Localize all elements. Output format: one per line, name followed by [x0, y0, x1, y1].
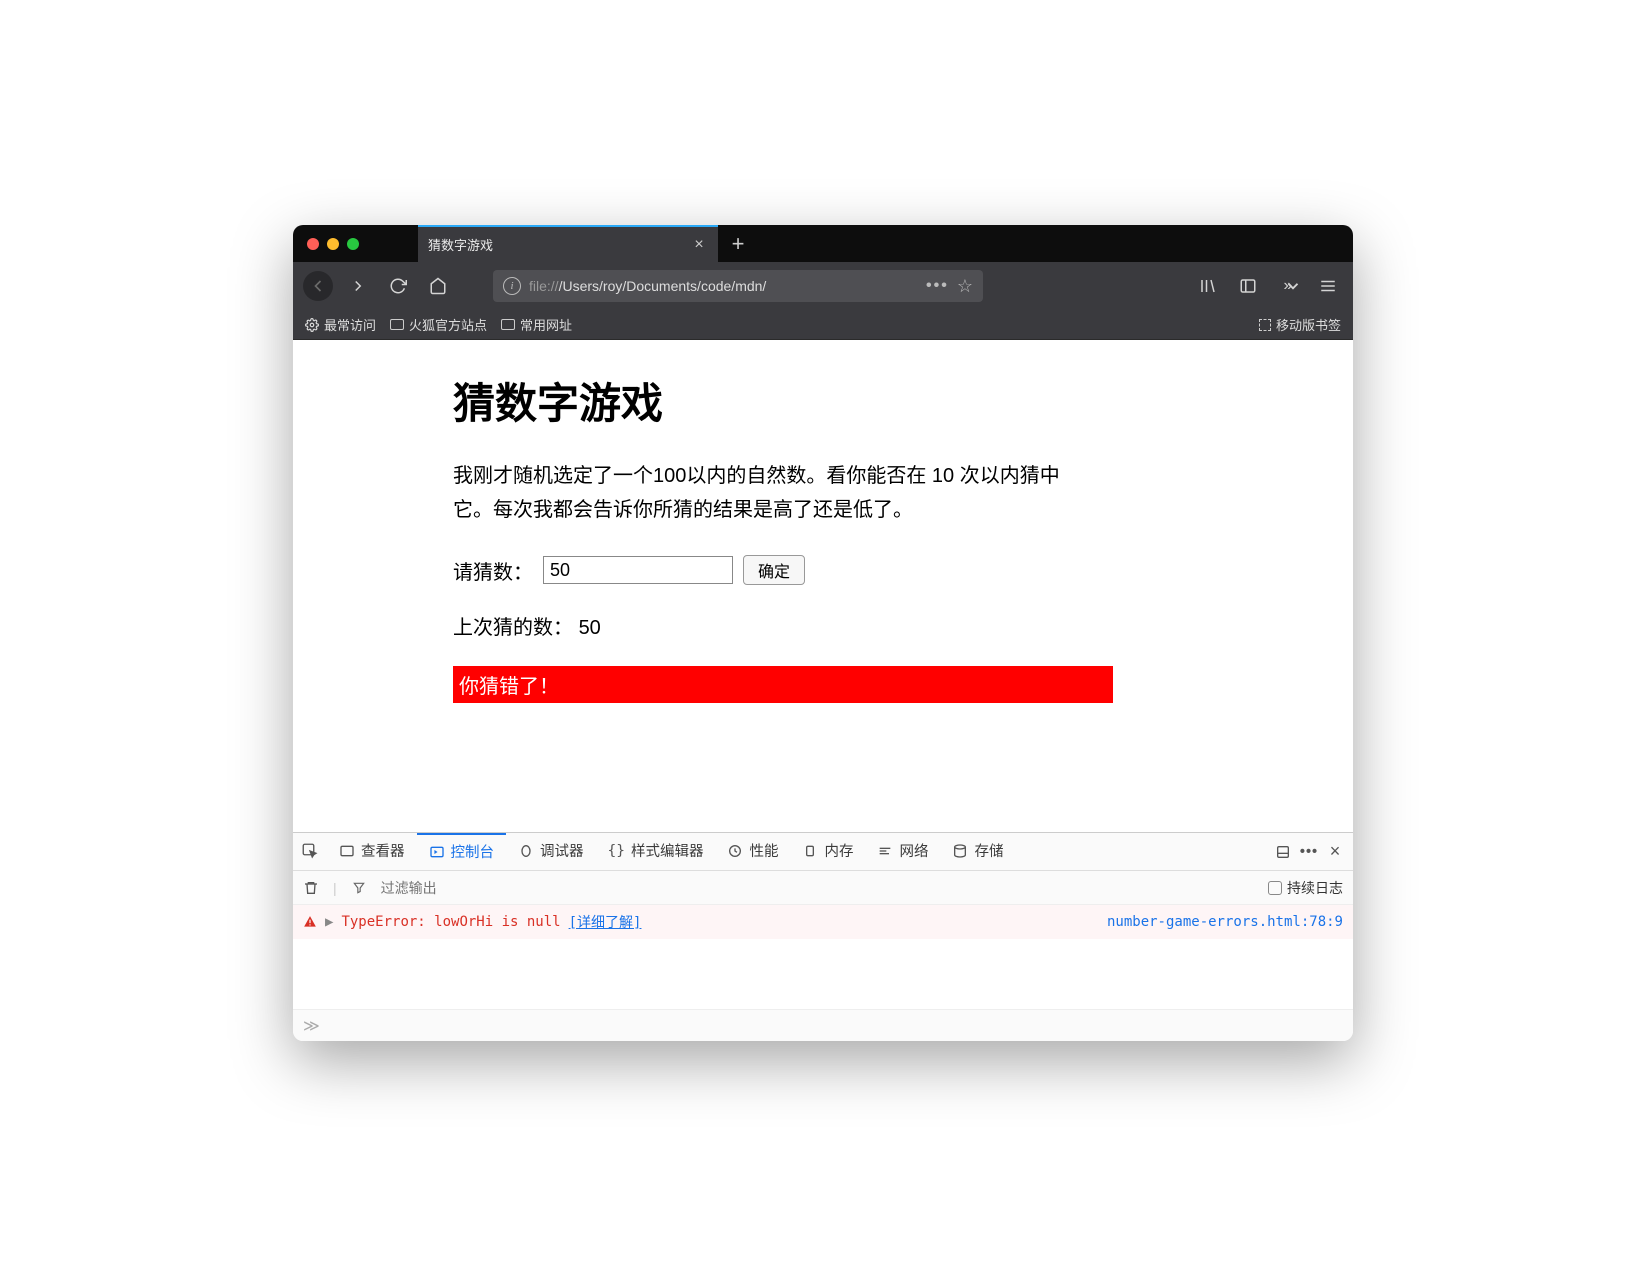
tab-title: 猜数字游戏 — [428, 235, 682, 254]
console-filter-bar: | 持续日志 — [293, 871, 1353, 905]
url-text: file:///Users/roy/Documents/code/mdn/ — [529, 278, 918, 294]
bookmark-label: 最常访问 — [324, 315, 376, 334]
browser-tab[interactable]: 猜数字游戏 × — [418, 225, 718, 262]
folder-icon — [390, 319, 404, 330]
library-button[interactable] — [1193, 271, 1223, 301]
previous-guesses: 上次猜的数： 50 — [453, 611, 1353, 640]
prev-guess-label: 上次猜的数： — [453, 617, 573, 639]
expand-caret-icon[interactable]: ▶ — [325, 914, 333, 930]
network-tab[interactable]: 网络 — [865, 833, 940, 870]
devtools-panel: 查看器 控制台 调试器 {} 样式编辑器 性能 内存 — [293, 832, 1353, 1041]
sidebar-button[interactable] — [1233, 271, 1263, 301]
page-description: 我刚才随机选定了一个100以内的自然数。看你能否在 10 次以内猜中它。每次我都… — [453, 459, 1083, 527]
overflow-button[interactable]: » — [1273, 271, 1303, 301]
error-message: TypeError: lowOrHi is null — [341, 914, 560, 930]
mobile-icon — [1259, 319, 1271, 331]
performance-tab[interactable]: 性能 — [715, 833, 790, 870]
inspector-tab[interactable]: 查看器 — [327, 833, 417, 870]
guess-label: 请猜数： — [453, 556, 533, 585]
tab-label: 查看器 — [361, 840, 405, 861]
tab-label: 样式编辑器 — [631, 840, 704, 861]
page-content: 猜数字游戏 我刚才随机选定了一个100以内的自然数。看你能否在 10 次以内猜中… — [293, 340, 1353, 832]
tab-label: 性能 — [749, 840, 778, 861]
debugger-tab[interactable]: 调试器 — [506, 833, 596, 870]
tab-label: 网络 — [899, 840, 928, 861]
page-actions-button[interactable]: ••• — [926, 277, 949, 295]
clear-console-button[interactable] — [303, 880, 319, 896]
bookmark-star-button[interactable]: ☆ — [957, 276, 973, 297]
guess-form: 请猜数： 确定 — [453, 555, 1353, 585]
filter-icon[interactable] — [351, 880, 367, 896]
close-window-button[interactable] — [307, 238, 319, 250]
menu-button[interactable] — [1313, 271, 1343, 301]
result-message: 你猜错了！ — [453, 666, 1113, 703]
navigation-toolbar: i file:///Users/roy/Documents/code/mdn/ … — [293, 262, 1353, 310]
console-tab[interactable]: 控制台 — [417, 833, 507, 870]
mobile-bookmarks[interactable]: 移动版书签 — [1259, 315, 1341, 334]
close-devtools-button[interactable]: × — [1327, 844, 1343, 860]
guess-input[interactable] — [543, 556, 733, 584]
tab-label: 控制台 — [451, 841, 495, 862]
browser-window: 猜数字游戏 × + i file:///Users/roy/Documents/… — [293, 225, 1353, 1041]
pick-element-button[interactable] — [293, 833, 327, 870]
url-bar[interactable]: i file:///Users/roy/Documents/code/mdn/ … — [493, 270, 983, 302]
most-visited-bookmark[interactable]: 最常访问 — [305, 315, 376, 334]
persist-label: 持续日志 — [1287, 878, 1343, 898]
persist-logs-checkbox[interactable]: 持续日志 — [1268, 878, 1343, 898]
page-title: 猜数字游戏 — [453, 370, 1353, 431]
console-prompt[interactable]: ≫ — [293, 1009, 1353, 1041]
reload-button[interactable] — [383, 271, 413, 301]
error-source-link[interactable]: number-game-errors.html:78:9 — [1107, 914, 1343, 930]
firefox-official-bookmark[interactable]: 火狐官方站点 — [390, 315, 487, 334]
home-button[interactable] — [423, 271, 453, 301]
tab-label: 调试器 — [540, 840, 584, 861]
checkbox-icon — [1268, 881, 1282, 895]
more-button[interactable]: ••• — [1301, 844, 1317, 860]
error-icon — [303, 915, 317, 929]
filter-input[interactable] — [381, 880, 1254, 896]
bookmark-label: 移动版书签 — [1276, 315, 1341, 334]
prompt-icon: ≫ — [303, 1016, 320, 1036]
tab-label: 存储 — [974, 840, 1003, 861]
style-editor-tab[interactable]: {} 样式编辑器 — [596, 833, 716, 870]
back-button[interactable] — [303, 271, 333, 301]
tab-label: 内存 — [824, 840, 853, 861]
devtools-tabs: 查看器 控制台 调试器 {} 样式编辑器 性能 内存 — [293, 833, 1353, 871]
new-tab-button[interactable]: + — [718, 225, 758, 262]
info-icon[interactable]: i — [503, 277, 521, 295]
learn-more-link[interactable]: [详细了解] — [569, 912, 642, 932]
maximize-window-button[interactable] — [347, 238, 359, 250]
gear-icon — [305, 318, 319, 332]
bookmark-label: 火狐官方站点 — [409, 315, 487, 334]
folder-icon — [501, 319, 515, 330]
title-bar: 猜数字游戏 × + — [293, 225, 1353, 262]
bookmark-label: 常用网址 — [520, 315, 572, 334]
storage-tab[interactable]: 存储 — [940, 833, 1015, 870]
forward-button[interactable] — [343, 271, 373, 301]
common-urls-bookmark[interactable]: 常用网址 — [501, 315, 572, 334]
dock-button[interactable] — [1275, 844, 1291, 860]
memory-tab[interactable]: 内存 — [790, 833, 865, 870]
submit-guess-button[interactable]: 确定 — [743, 555, 805, 585]
console-error-row[interactable]: ▶ TypeError: lowOrHi is null [详细了解] numb… — [293, 905, 1353, 939]
window-controls — [293, 225, 388, 262]
bookmarks-toolbar: 最常访问 火狐官方站点 常用网址 移动版书签 — [293, 310, 1353, 340]
minimize-window-button[interactable] — [327, 238, 339, 250]
prev-guess-value: 50 — [579, 617, 601, 639]
close-tab-button[interactable]: × — [690, 236, 708, 254]
